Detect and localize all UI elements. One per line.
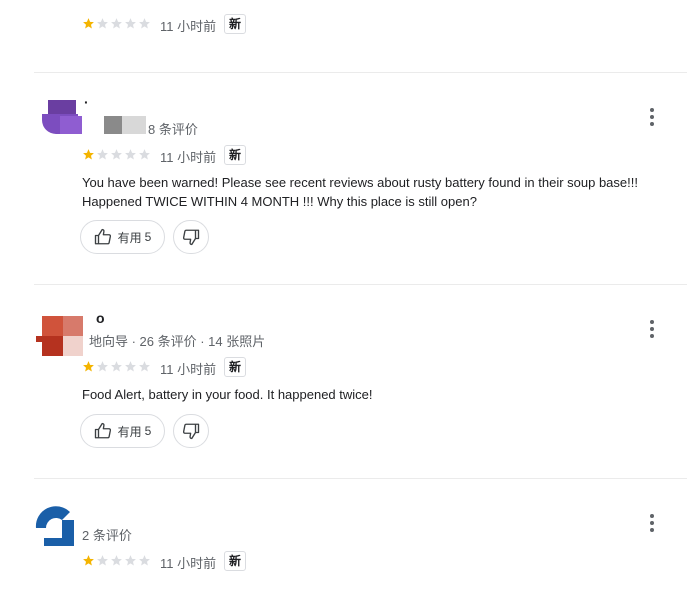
review-time: 11 小时前 — [160, 556, 217, 571]
helpful-label: 有用 — [117, 424, 142, 439]
star-rating — [82, 554, 151, 567]
not-helpful-button[interactable] — [173, 220, 209, 254]
new-badge: 新 — [224, 551, 247, 571]
star-empty-icon — [96, 554, 109, 567]
thumbs-down-icon — [182, 228, 200, 246]
helpful-button[interactable]: 有用 5 — [80, 414, 165, 448]
thumbs-down-icon — [182, 422, 200, 440]
review-text: Food Alert, battery in your food. It hap… — [82, 387, 373, 402]
reviewer-name[interactable]: · — [84, 94, 89, 110]
more-options-button[interactable] — [642, 513, 662, 533]
not-helpful-button[interactable] — [173, 414, 209, 448]
helpful-count: 5 — [144, 230, 152, 244]
star-filled-icon — [82, 554, 95, 567]
more-options-button[interactable] — [642, 107, 662, 127]
star-empty-icon — [124, 17, 137, 30]
star-empty-icon — [96, 17, 109, 30]
star-empty-icon — [124, 360, 137, 373]
star-rating — [82, 360, 151, 373]
star-rating — [82, 148, 151, 161]
thumbs-up-icon — [94, 228, 112, 246]
review-divider — [34, 284, 687, 285]
reviewer-meta: 地向导 · 26 条评价 · 14 张照片 — [89, 334, 266, 349]
thumbs-up-icon — [94, 422, 112, 440]
star-filled-icon — [82, 360, 95, 373]
new-badge: 新 — [224, 357, 247, 377]
star-empty-icon — [110, 17, 123, 30]
star-filled-icon — [82, 148, 95, 161]
new-badge: 新 — [224, 14, 247, 34]
review-divider — [34, 72, 687, 73]
star-filled-icon — [82, 17, 95, 30]
avatar[interactable] — [36, 314, 86, 356]
avatar[interactable] — [36, 100, 82, 136]
star-empty-icon — [138, 554, 151, 567]
helpful-label: 有用 — [117, 230, 142, 245]
star-empty-icon — [138, 17, 151, 30]
star-empty-icon — [96, 148, 109, 161]
review-time: 11 小时前 — [160, 150, 217, 165]
star-empty-icon — [110, 554, 123, 567]
helpful-count: 5 — [144, 424, 152, 438]
new-badge: 新 — [224, 145, 247, 165]
star-rating — [82, 17, 151, 30]
review-text: You have been warned! Please see recent … — [82, 175, 638, 209]
star-empty-icon — [96, 360, 109, 373]
reviewer-meta: 2 条评价 — [82, 528, 132, 543]
redacted-name — [122, 116, 146, 134]
review-time: 11 小时前 — [160, 19, 217, 34]
reviewer-name[interactable]: o — [96, 310, 105, 326]
star-empty-icon — [138, 360, 151, 373]
star-empty-icon — [110, 360, 123, 373]
reviewer-meta: 8 条评价 — [148, 122, 198, 137]
star-empty-icon — [138, 148, 151, 161]
redacted-name — [104, 116, 122, 134]
star-empty-icon — [110, 148, 123, 161]
more-options-button[interactable] — [642, 319, 662, 339]
star-empty-icon — [124, 554, 137, 567]
avatar[interactable] — [34, 506, 82, 548]
review-time: 11 小时前 — [160, 362, 217, 377]
star-empty-icon — [124, 148, 137, 161]
helpful-button[interactable]: 有用 5 — [80, 220, 165, 254]
review-divider — [34, 478, 687, 479]
